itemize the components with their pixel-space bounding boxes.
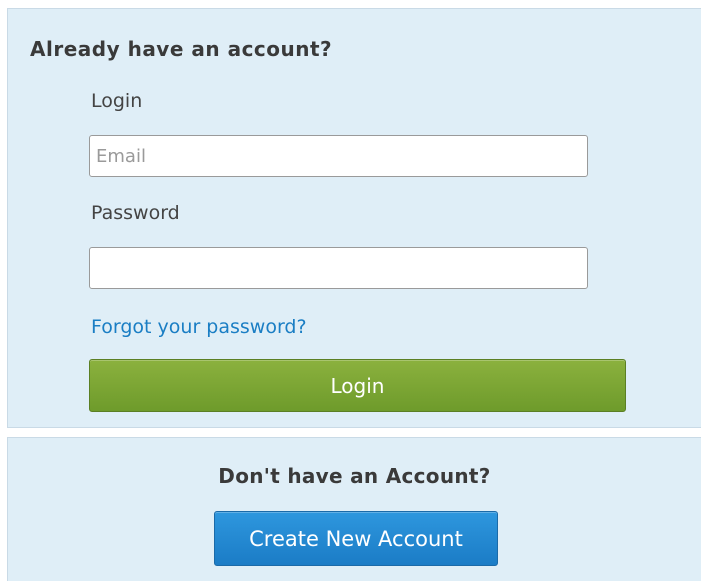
login-button[interactable]: Login <box>89 359 626 412</box>
signup-heading: Don't have an Account? <box>218 464 491 488</box>
signup-panel: Don't have an Account? Create New Accoun… <box>7 437 701 581</box>
login-panel: Already have an account? Login Password … <box>7 8 701 428</box>
forgot-password-link[interactable]: Forgot your password? <box>91 316 307 338</box>
page: Already have an account? Login Password … <box>0 0 701 581</box>
password-label: Password <box>91 202 180 224</box>
login-label: Login <box>91 90 143 112</box>
email-input[interactable] <box>89 135 588 177</box>
create-account-button[interactable]: Create New Account <box>214 511 498 566</box>
login-heading: Already have an account? <box>30 37 333 61</box>
password-input[interactable] <box>89 247 588 289</box>
